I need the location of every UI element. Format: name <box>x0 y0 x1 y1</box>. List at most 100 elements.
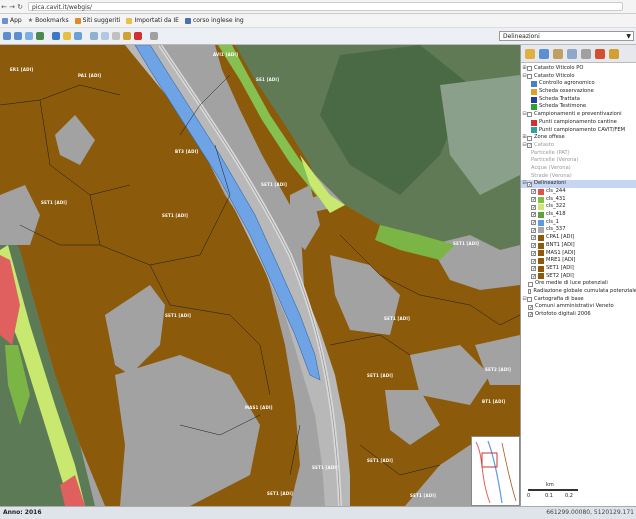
edit-icon[interactable] <box>609 48 619 59</box>
layer-label: Particelle (PAT) <box>531 149 570 156</box>
apps-icon <box>2 17 8 24</box>
layer-checkbox[interactable]: ✓ <box>527 143 532 149</box>
bookmark-bookmarks[interactable]: ★ Bookmarks <box>28 17 69 24</box>
bookmark-apps[interactable]: App <box>2 17 22 24</box>
reload-icon[interactable]: ↻ <box>16 3 24 11</box>
layer-item[interactable]: Punti campionamento cantine <box>521 119 636 127</box>
close-icon[interactable] <box>134 32 142 40</box>
bookmark-corso[interactable]: corso inglese ing <box>184 17 244 24</box>
layer-item[interactable]: ✓ cls_337 <box>521 226 636 234</box>
layer-checkbox[interactable]: ✓ <box>531 243 536 249</box>
layer-item[interactable]: ✓ cls_322 <box>521 203 636 211</box>
layer-checkbox[interactable] <box>527 112 532 118</box>
print-icon[interactable] <box>581 48 591 59</box>
layer-label: Comuni amministrativi Veneto <box>535 303 614 310</box>
zoom-box-icon[interactable] <box>25 32 33 40</box>
settings-icon[interactable] <box>150 32 158 40</box>
print-icon[interactable] <box>112 32 120 40</box>
layer-item[interactable]: ⊟ ✓ Delineazioni <box>521 180 636 188</box>
select-icon[interactable] <box>101 32 109 40</box>
bookmark-importati[interactable]: Importati da IE <box>126 17 179 24</box>
legend-swatch-icon <box>538 204 544 211</box>
layer-item[interactable]: Particelle (PAT) <box>521 150 636 158</box>
layer-item[interactable]: Particelle (Verona) <box>521 157 636 165</box>
layer-item[interactable]: Scheda osservazione <box>521 88 636 96</box>
measure-icon[interactable] <box>74 32 82 40</box>
layer-checkbox[interactable]: ✓ <box>531 258 536 264</box>
layer-select[interactable]: Delineazioni ▼ <box>499 31 634 41</box>
map-label: SET1 [ADI] <box>162 213 189 218</box>
layer-checkbox[interactable] <box>528 281 533 287</box>
layer-item[interactable]: ✓ cls_1 <box>521 219 636 227</box>
layer-checkbox[interactable]: ✓ <box>531 250 536 256</box>
layer-item[interactable]: ✓ SET1 [ADI] <box>521 265 636 273</box>
layer-item[interactable]: Controllo agronomico <box>521 80 636 88</box>
coordinates-readout: 661299.00080, 5120129.171 <box>546 509 634 516</box>
legend-icon[interactable] <box>539 48 549 59</box>
layer-item[interactable]: Radiazione globale cumulata potenziale <box>521 288 636 296</box>
layer-item[interactable]: Ore medie di luce potenziali <box>521 280 636 288</box>
layer-label: cls_418 <box>546 211 566 218</box>
layer-item[interactable]: ⊞ Zone offese <box>521 134 636 142</box>
bookmark-siti[interactable]: Siti suggeriti <box>74 17 120 24</box>
layer-item[interactable]: Punti campionamento CAVIT/FEM <box>521 127 636 135</box>
layer-checkbox[interactable]: ✓ <box>531 235 536 241</box>
zoom-full-icon[interactable] <box>36 32 44 40</box>
layer-checkbox[interactable]: ✓ <box>528 304 533 310</box>
back-icon[interactable]: ← <box>0 3 8 11</box>
legend-swatch-icon <box>531 119 537 126</box>
measure-area-icon[interactable] <box>90 32 98 40</box>
map-canvas[interactable]: ER1 [ADI] PA1 [ADI] AVI1 [ADI] SE1 [ADI]… <box>0 45 520 506</box>
chart-icon[interactable] <box>595 48 605 59</box>
layer-item[interactable]: ✓ cls_418 <box>521 211 636 219</box>
layer-item[interactable]: ⊟ ✓ Catasto <box>521 142 636 150</box>
layer-checkbox[interactable]: ✓ <box>531 189 536 195</box>
layer-checkbox[interactable] <box>527 66 532 72</box>
layer-checkbox[interactable]: ✓ <box>531 204 536 210</box>
panel-toolbar <box>521 45 636 63</box>
zoom-out-icon[interactable] <box>14 32 22 40</box>
layer-checkbox[interactable]: ✓ <box>531 212 536 218</box>
layer-item[interactable]: ⊟ Cartografia di base <box>521 296 636 304</box>
layer-checkbox[interactable] <box>527 74 532 80</box>
layer-item[interactable]: Scheda Trattata <box>521 96 636 104</box>
layer-item[interactable]: Strade (Verona) <box>521 173 636 181</box>
layers-icon[interactable] <box>525 48 535 59</box>
layer-checkbox[interactable]: ✓ <box>527 181 532 187</box>
identify-icon[interactable] <box>63 32 71 40</box>
layer-item[interactable]: ✓ MRE1 [ADI] <box>521 257 636 265</box>
layer-item[interactable]: ✓ Comuni amministrativi Veneto <box>521 303 636 311</box>
overview-map[interactable] <box>471 436 520 506</box>
layer-item[interactable]: ⊞ Catasto Viticolo PO <box>521 65 636 73</box>
layer-checkbox[interactable]: ✓ <box>531 227 536 233</box>
layer-checkbox[interactable]: ✓ <box>528 312 533 318</box>
filter-icon[interactable] <box>553 48 563 59</box>
layer-checkbox[interactable]: ✓ <box>531 266 536 272</box>
layer-item[interactable]: ✓ cls_244 <box>521 188 636 196</box>
info-icon[interactable] <box>123 32 131 40</box>
layer-item[interactable]: ✓ CPA1 [ADI] <box>521 234 636 242</box>
layer-item[interactable]: ⊟ Campionamenti e preventivazioni <box>521 111 636 119</box>
zoom-in-icon[interactable] <box>3 32 11 40</box>
layer-item[interactable]: ⊟ Catasto Viticolo <box>521 73 636 81</box>
layer-item[interactable]: ✓ MAS1 [ADI] <box>521 250 636 258</box>
layer-checkbox[interactable]: ✓ <box>531 273 536 279</box>
layer-item[interactable]: Acque (Verona) <box>521 165 636 173</box>
pan-icon[interactable] <box>52 32 60 40</box>
layer-item[interactable]: ✓ SET2 [ADI] <box>521 273 636 281</box>
layer-checkbox[interactable] <box>528 289 532 295</box>
table-icon[interactable] <box>567 48 577 59</box>
layer-item[interactable]: ✓ BNT1 [ADI] <box>521 242 636 250</box>
browser-address-bar: ← → ↻ pica.cavit.it/webgis/ <box>0 0 636 14</box>
forward-icon[interactable]: → <box>8 3 16 11</box>
layer-item[interactable]: Scheda Testimone <box>521 103 636 111</box>
layer-checkbox[interactable] <box>527 135 532 141</box>
layer-checkbox[interactable] <box>527 296 532 302</box>
map-label: SET1 [ADI] <box>261 182 288 187</box>
layer-checkbox[interactable]: ✓ <box>531 197 536 203</box>
url-field[interactable]: pica.cavit.it/webgis/ <box>28 2 623 11</box>
layer-item[interactable]: ✓ Ortofoto digitali 2006 <box>521 311 636 319</box>
map-label: SET1 [ADI] <box>453 241 480 246</box>
layer-item[interactable]: ✓ cls_431 <box>521 196 636 204</box>
layer-checkbox[interactable]: ✓ <box>531 220 536 226</box>
